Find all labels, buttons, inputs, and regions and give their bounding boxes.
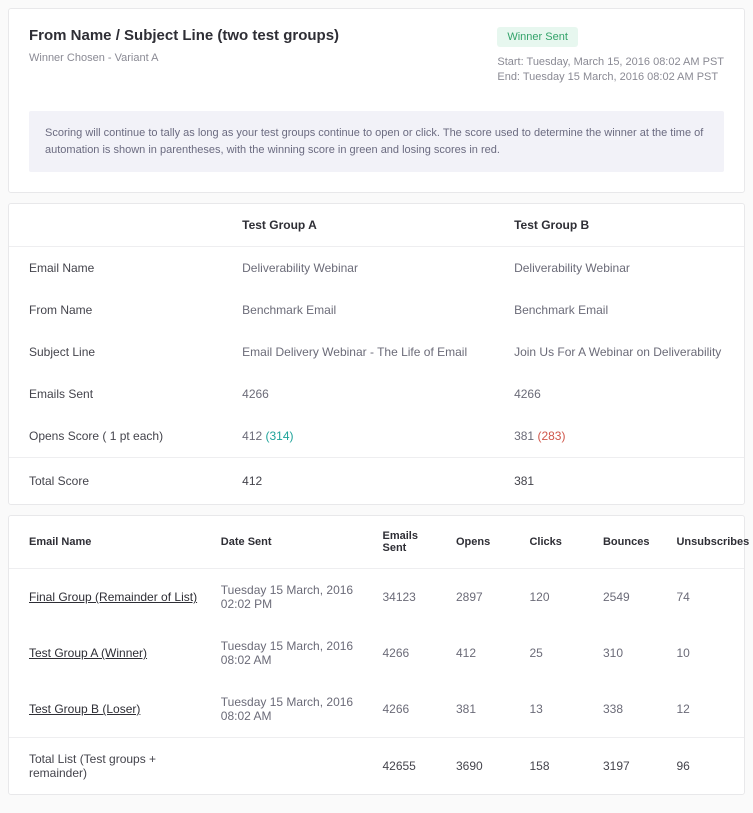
score-value: 412: [242, 429, 262, 443]
cell-a: Email Delivery Webinar - The Life of Ema…: [222, 331, 494, 373]
total-label: Total List (Test groups + remainder): [9, 738, 215, 795]
total-unsub: 96: [670, 738, 744, 795]
cell-b: Benchmark Email: [494, 289, 744, 331]
clicks-cell: 25: [523, 625, 597, 681]
email-name-link[interactable]: Test Group A (Winner): [29, 646, 147, 660]
blank-col: [9, 204, 222, 247]
col-opens: Opens: [450, 516, 524, 569]
table-row: Test Group A (Winner) Tuesday 15 March, …: [9, 625, 744, 681]
col-unsubscribes: Unsubscribes: [670, 516, 744, 569]
cell-a: 4266: [222, 373, 494, 415]
table-row: Final Group (Remainder of List) Tuesday …: [9, 569, 744, 626]
winner-subtitle: Winner Chosen - Variant A: [29, 52, 339, 64]
compare-card: Test Group A Test Group B Email Name Del…: [8, 203, 745, 505]
clicks-cell: 13: [523, 681, 597, 738]
score-value: 381: [514, 429, 534, 443]
opens-cell: 381: [450, 681, 524, 738]
total-bounces: 3197: [597, 738, 671, 795]
total-clicks: 158: [523, 738, 597, 795]
col-clicks: Clicks: [523, 516, 597, 569]
date-cell: Tuesday 15 March, 2016 08:02 AM: [215, 681, 377, 738]
row-label: Total Score: [9, 458, 222, 505]
clicks-cell: 120: [523, 569, 597, 626]
col-date-sent: Date Sent: [215, 516, 377, 569]
row-label: Email Name: [9, 247, 222, 290]
table-row: Email Name Deliverability Webinar Delive…: [9, 247, 744, 290]
table-footer: Total Score 412 381: [9, 458, 744, 505]
sent-cell: 4266: [376, 681, 450, 738]
bounces-cell: 338: [597, 681, 671, 738]
start-time-text: Start: Tuesday, March 15, 2016 08:02 AM …: [497, 56, 724, 68]
cell-a: 412 (314): [222, 415, 494, 458]
cell-a: Deliverability Webinar: [222, 247, 494, 290]
table-row: Subject Line Email Delivery Webinar - Th…: [9, 331, 744, 373]
row-label: Opens Score ( 1 pt each): [9, 415, 222, 458]
unsub-cell: 12: [670, 681, 744, 738]
unsub-cell: 10: [670, 625, 744, 681]
date-cell: Tuesday 15 March, 2016 08:02 AM: [215, 625, 377, 681]
cell-a: Benchmark Email: [222, 289, 494, 331]
cell-a: 412: [222, 458, 494, 505]
email-name-cell: Test Group B (Loser): [9, 681, 215, 738]
cell-b: 381: [494, 458, 744, 505]
email-name-link[interactable]: Test Group B (Loser): [29, 702, 140, 716]
table-row: Opens Score ( 1 pt each) 412 (314) 381 (…: [9, 415, 744, 458]
col-test-group-b: Test Group B: [494, 204, 744, 247]
table-footer: Total List (Test groups + remainder) 426…: [9, 738, 744, 795]
results-table: Email Name Date Sent Emails Sent Opens C…: [9, 516, 744, 794]
page-title: From Name / Subject Line (two test group…: [29, 27, 339, 44]
opens-cell: 2897: [450, 569, 524, 626]
winner-sent-badge: Winner Sent: [497, 27, 578, 47]
email-name-cell: Test Group A (Winner): [9, 625, 215, 681]
email-name-link[interactable]: Final Group (Remainder of List): [29, 590, 197, 604]
table-header: Test Group A Test Group B: [9, 204, 744, 247]
opens-cell: 412: [450, 625, 524, 681]
summary-left: From Name / Subject Line (two test group…: [29, 27, 339, 64]
cell-b: 4266: [494, 373, 744, 415]
cell-b: 381 (283): [494, 415, 744, 458]
sent-cell: 34123: [376, 569, 450, 626]
unsub-cell: 74: [670, 569, 744, 626]
cell-b: Join Us For A Webinar on Deliverability: [494, 331, 744, 373]
cell-b: Deliverability Webinar: [494, 247, 744, 290]
table-header: Email Name Date Sent Emails Sent Opens C…: [9, 516, 744, 569]
results-card: Email Name Date Sent Emails Sent Opens C…: [8, 515, 745, 795]
col-bounces: Bounces: [597, 516, 671, 569]
end-time-text: End: Tuesday 15 March, 2016 08:02 AM PST: [497, 71, 724, 83]
compare-table: Test Group A Test Group B Email Name Del…: [9, 204, 744, 504]
scoring-info-box: Scoring will continue to tally as long a…: [29, 111, 724, 172]
date-cell: Tuesday 15 March, 2016 02:02 PM: [215, 569, 377, 626]
bounces-cell: 2549: [597, 569, 671, 626]
table-row: Emails Sent 4266 4266: [9, 373, 744, 415]
summary-right: Winner Sent Start: Tuesday, March 15, 20…: [497, 27, 724, 83]
email-name-cell: Final Group (Remainder of List): [9, 569, 215, 626]
row-label: Emails Sent: [9, 373, 222, 415]
row-label: Subject Line: [9, 331, 222, 373]
sent-cell: 4266: [376, 625, 450, 681]
summary-card: From Name / Subject Line (two test group…: [8, 8, 745, 193]
total-sent: 42655: [376, 738, 450, 795]
table-row: Test Group B (Loser) Tuesday 15 March, 2…: [9, 681, 744, 738]
score-paren-win: (314): [262, 429, 293, 443]
score-paren-lose: (283): [534, 429, 565, 443]
total-opens: 3690: [450, 738, 524, 795]
col-emails-sent: Emails Sent: [376, 516, 450, 569]
table-row: From Name Benchmark Email Benchmark Emai…: [9, 289, 744, 331]
col-email-name: Email Name: [9, 516, 215, 569]
col-test-group-a: Test Group A: [222, 204, 494, 247]
row-label: From Name: [9, 289, 222, 331]
bounces-cell: 310: [597, 625, 671, 681]
